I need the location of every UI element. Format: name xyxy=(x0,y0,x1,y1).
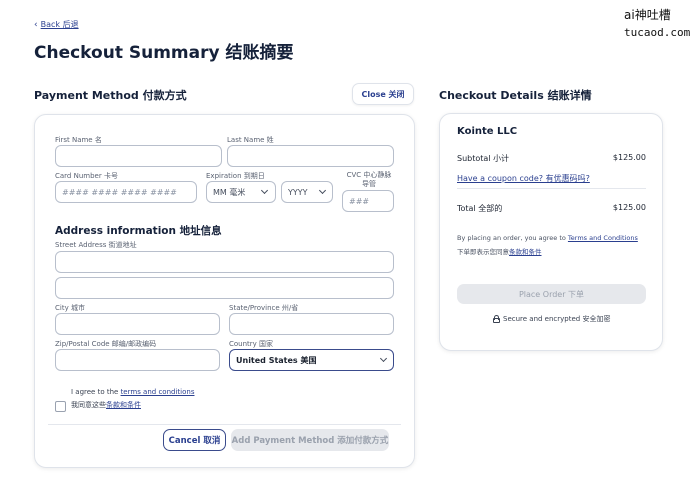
secure-encrypted-note: Secure and encrypted 安全加密 xyxy=(493,314,610,324)
back-link[interactable]: ‹ Back 后退 xyxy=(34,19,79,30)
total-value: $125.00 xyxy=(612,203,646,212)
zip-label: Zip/Postal Code 邮编/邮政编码 xyxy=(55,340,157,348)
expiration-month-select[interactable]: MM 毫米 xyxy=(206,181,276,203)
state-field[interactable] xyxy=(229,313,394,335)
street-address-label: Street Address 街道地址 xyxy=(55,241,137,249)
expiration-year-value: YYYY xyxy=(288,187,308,197)
chevron-down-icon xyxy=(379,354,388,363)
back-label: Back 后退 xyxy=(40,20,79,29)
legal-text: By placing an order, you agree to Terms … xyxy=(457,234,638,242)
totals-divider xyxy=(457,188,646,189)
card-number-field[interactable]: #### #### #### #### xyxy=(55,181,197,203)
legal-cn-prefix: 下单即表示您同意 xyxy=(457,248,509,256)
cvc-field[interactable]: ### xyxy=(342,190,394,212)
terms-agreement-text: I agree to the terms and conditions xyxy=(71,388,194,396)
add-payment-method-label: Add Payment Method 添加付款方式 xyxy=(231,436,389,446)
city-label: City 城市 xyxy=(55,304,85,312)
subtotal-label: Subtotal 小计 xyxy=(457,154,510,163)
street-address-line-1-field[interactable] xyxy=(55,251,394,273)
country-label: Country 国家 xyxy=(229,340,274,348)
watermark-line-1: ai神吐槽 xyxy=(624,8,671,22)
address-information-heading: Address information 地址信息 xyxy=(55,225,222,237)
watermark: ai神吐槽 tucaod.com xyxy=(624,6,698,39)
cvc-label-line-1: CVC 中心静脉 xyxy=(346,171,392,179)
terms-agreement-cn-text: 我同意这些条款和条件 xyxy=(71,400,141,410)
close-button-label: Close 关闭 xyxy=(361,89,405,99)
expiration-month-value: MM 毫米 xyxy=(213,187,246,197)
secure-encrypted-label: Secure and encrypted 安全加密 xyxy=(503,315,611,323)
add-payment-method-button[interactable]: Add Payment Method 添加付款方式 xyxy=(231,429,389,451)
zip-field[interactable] xyxy=(55,349,220,371)
legal-prefix: By placing an order, you agree to xyxy=(457,234,568,242)
chevron-down-icon xyxy=(260,186,269,195)
last-name-label: Last Name 姓 xyxy=(227,136,274,144)
card-number-label: Card Number 卡号 xyxy=(55,172,118,180)
company-name: Kointe LLC xyxy=(457,126,518,137)
cvc-placeholder: ### xyxy=(349,196,370,206)
legal-terms-link[interactable]: Terms and Conditions xyxy=(568,234,638,242)
legal-cn-terms-link[interactable]: 条款和条件 xyxy=(509,248,542,256)
first-name-label: First Name 名 xyxy=(55,136,102,144)
place-order-button[interactable]: Place Order 下单 xyxy=(457,284,646,304)
expiration-label: Expiration 到期日 xyxy=(206,172,265,180)
city-field[interactable] xyxy=(55,313,220,335)
payment-method-heading: Payment Method 付款方式 xyxy=(34,89,187,102)
lock-icon xyxy=(493,315,500,323)
card-number-placeholder: #### #### #### #### xyxy=(62,187,177,197)
street-address-line-2-field[interactable] xyxy=(55,277,394,299)
subtotal-value: $125.00 xyxy=(612,153,646,162)
expiration-year-select[interactable]: YYYY xyxy=(281,181,333,203)
state-label: State/Province 州/省 xyxy=(229,304,299,312)
close-button[interactable]: Close 关闭 xyxy=(352,83,414,105)
chevron-down-icon xyxy=(318,186,327,195)
cancel-button-label: Cancel 取消 xyxy=(168,436,221,446)
terms-cn-link[interactable]: 条款和条件 xyxy=(106,401,141,409)
chevron-left-icon: ‹ xyxy=(34,19,38,30)
terms-link[interactable]: terms and conditions xyxy=(121,388,195,396)
coupon-link[interactable]: Have a coupon code? 有优惠码吗? xyxy=(457,173,590,184)
first-name-field[interactable] xyxy=(55,145,222,167)
watermark-line-2: tucaod.com xyxy=(624,26,691,39)
terms-agreement-prefix: I agree to the xyxy=(71,388,121,396)
country-select[interactable]: United States 美国 xyxy=(229,349,394,371)
country-value: United States 美国 xyxy=(236,355,317,365)
terms-checkbox[interactable] xyxy=(55,401,66,412)
cvc-label-line-2: 导管 xyxy=(362,180,376,188)
page-title: Checkout Summary 结账摘要 xyxy=(34,43,294,63)
terms-agreement-cn-prefix: 我同意这些 xyxy=(71,401,106,409)
cancel-button[interactable]: Cancel 取消 xyxy=(163,429,226,451)
last-name-field[interactable] xyxy=(227,145,394,167)
form-divider xyxy=(48,424,401,425)
legal-cn-text: 下单即表示您同意条款和条件 xyxy=(457,246,542,256)
total-label: Total 全部的 xyxy=(457,204,503,213)
cvc-label: CVC 中心静脉 导管 xyxy=(342,171,396,189)
place-order-label: Place Order 下单 xyxy=(518,289,585,299)
checkout-details-heading: Checkout Details 结账详情 xyxy=(439,89,592,102)
